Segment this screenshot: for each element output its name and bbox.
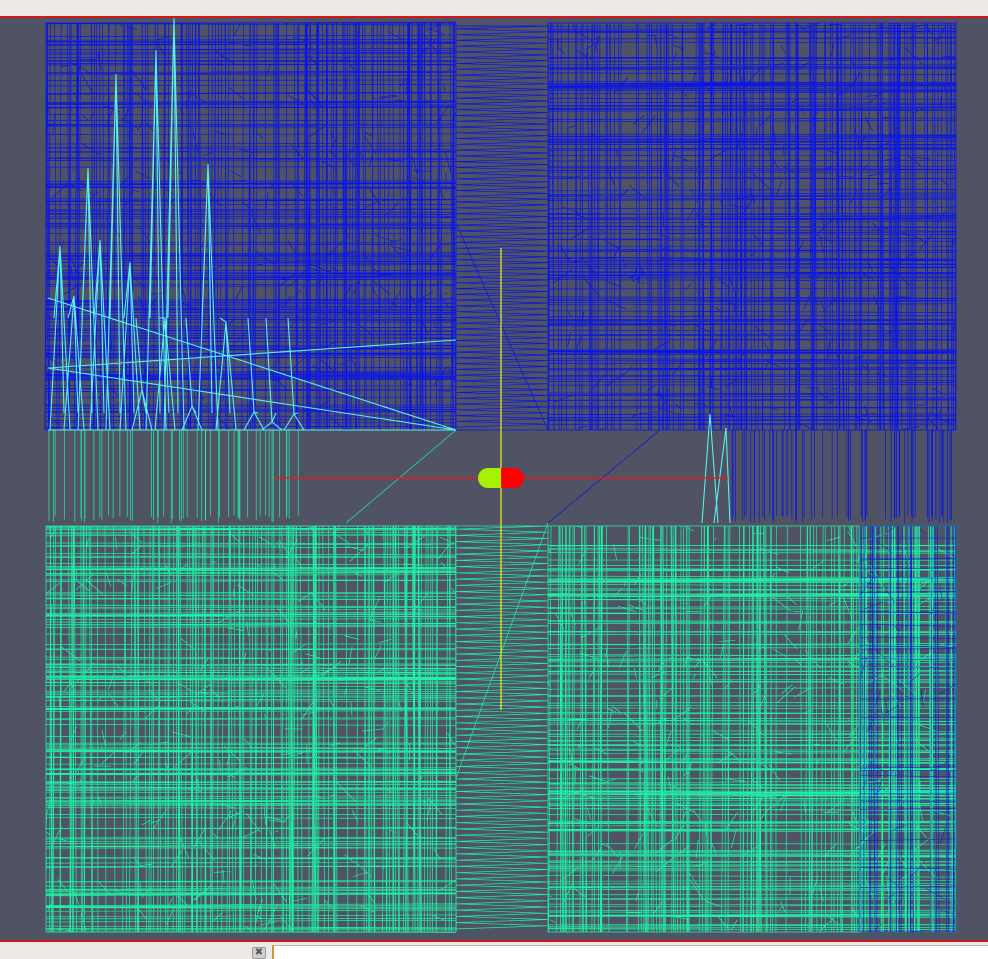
cursor-left-half[interactable] [478,468,501,488]
cursor-right-half[interactable] [501,468,524,488]
3d-viewport[interactable] [0,18,988,940]
view-cursor[interactable] [478,468,524,488]
close-icon[interactable]: ✖ [252,947,266,959]
command-input[interactable] [272,945,988,959]
mesh-scene[interactable] [0,18,988,940]
